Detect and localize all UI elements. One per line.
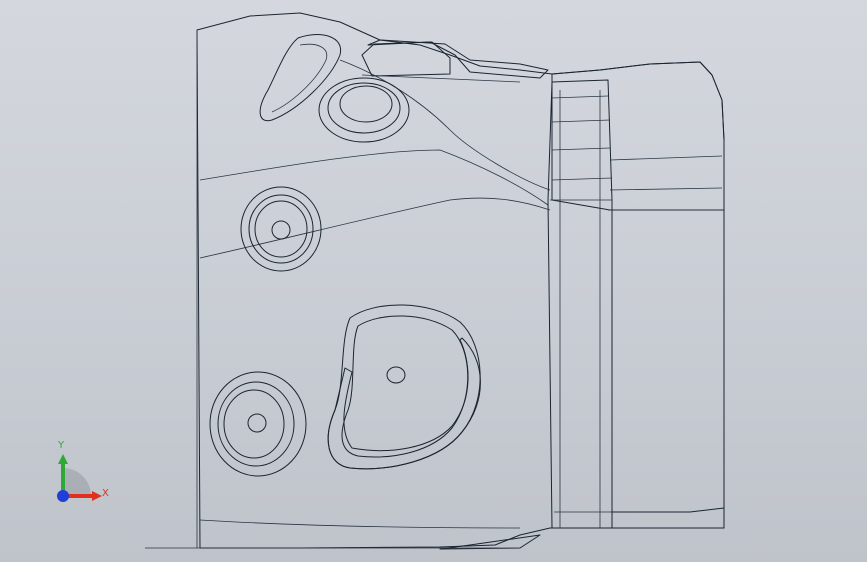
counterbore-top [318, 77, 410, 143]
triad-y-label: Y [58, 440, 65, 451]
d-shaped-pocket [327, 304, 481, 470]
counterbore-lower-left [209, 371, 307, 477]
part-body [196, 12, 725, 549]
red-vertical-slot [547, 79, 613, 529]
right-upper-face [551, 61, 725, 211]
triad-x-label: X [102, 488, 109, 499]
cad-model-view[interactable] [0, 0, 867, 562]
3d-viewport[interactable]: Y X [0, 0, 867, 562]
bottom-step [611, 507, 725, 529]
counterbore-middle [240, 186, 322, 272]
coordinate-triad: Y X [48, 440, 118, 510]
top-raised-pad [361, 39, 549, 83]
top-slanted-slot [259, 34, 342, 122]
